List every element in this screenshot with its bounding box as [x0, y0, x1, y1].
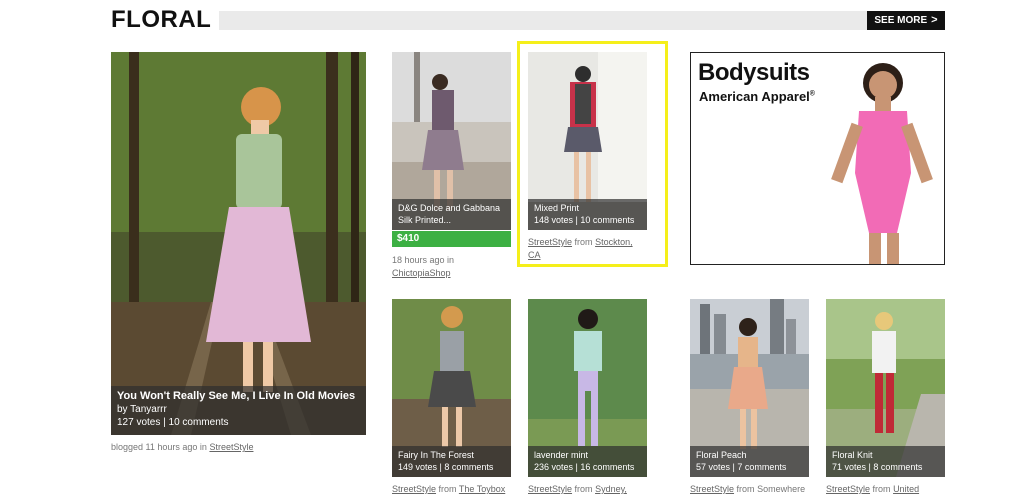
- look-caption-floral-knit: Floral Knit 71 votes | 8 comments: [826, 446, 945, 477]
- look-photo-mixed-print[interactable]: Mixed Print 148 votes | 10 comments: [528, 52, 647, 230]
- look-stats-fairy: 149 votes | 8 comments: [398, 462, 494, 472]
- product-meta-link-dg[interactable]: ChictopiaShop: [392, 268, 451, 278]
- look-photo-fairy[interactable]: Fairy In The Forest 149 votes | 8 commen…: [392, 299, 511, 477]
- look-meta-link-mixed-print[interactable]: StreetStyle: [528, 237, 572, 247]
- section-title: FLORAL: [111, 6, 212, 33]
- ad-banner[interactable]: Bodysuits American Apparel®: [690, 52, 945, 265]
- title-divider-bar: [219, 11, 867, 30]
- see-more-button[interactable]: SEE MORE >: [867, 11, 945, 30]
- look-meta-from-lavender: from: [574, 484, 593, 494]
- look-title-mixed-print[interactable]: Mixed Print: [534, 202, 641, 214]
- look-stats-floral-knit: 71 votes | 8 comments: [832, 462, 923, 472]
- look-meta-mixed-print: StreetStyle from Stockton, CA: [528, 236, 633, 262]
- look-meta-place2-mixed-print[interactable]: CA: [528, 250, 541, 260]
- look-photo-floral-knit[interactable]: Floral Knit 71 votes | 8 comments: [826, 299, 945, 477]
- look-title-floral-knit[interactable]: Floral Knit: [832, 449, 939, 461]
- look-meta-place-mixed-print[interactable]: Stockton,: [595, 237, 633, 247]
- look-stats-floral-peach: 57 votes | 7 comments: [696, 462, 787, 472]
- look-meta-link-lavender[interactable]: StreetStyle: [528, 484, 572, 494]
- look-title-floral-peach[interactable]: Floral Peach: [696, 449, 803, 461]
- feature-stats: 127 votes | 10 comments: [117, 417, 229, 428]
- feature-meta: blogged 11 hours ago in StreetStyle: [111, 441, 253, 454]
- look-photo-lavender[interactable]: lavender mint 236 votes | 16 comments: [528, 299, 647, 477]
- price-badge: $410: [392, 231, 511, 247]
- look-meta-link-floral-peach[interactable]: StreetStyle: [690, 484, 734, 494]
- look-meta-lavender: StreetStyle from Sydney,: [528, 483, 627, 496]
- ad-headline: Bodysuits: [698, 59, 810, 86]
- look-title-fairy[interactable]: Fairy In The Forest: [398, 449, 505, 461]
- look-meta-from-fairy: from: [438, 484, 457, 494]
- feature-title[interactable]: You Won't Really See Me, I Live In Old M…: [117, 390, 360, 403]
- look-meta-floral-peach: StreetStyle from Somewhere: [690, 483, 805, 496]
- product-meta-dg: 18 hours ago in ChictopiaShop: [392, 254, 454, 280]
- feature-meta-link[interactable]: StreetStyle: [209, 442, 253, 452]
- look-meta-link-floral-knit[interactable]: StreetStyle: [826, 484, 870, 494]
- feature-photo[interactable]: You Won't Really See Me, I Live In Old M…: [111, 52, 366, 435]
- look-meta-from-mixed-print: from: [574, 237, 593, 247]
- look-meta-link-fairy[interactable]: StreetStyle: [392, 484, 436, 494]
- chevron-right-icon: >: [931, 14, 938, 26]
- look-meta-place-floral-peach: Somewhere: [757, 484, 806, 494]
- feature-meta-text: blogged 11 hours ago in: [111, 442, 207, 452]
- look-caption-floral-peach: Floral Peach 57 votes | 7 comments: [690, 446, 809, 477]
- see-more-label: SEE MORE: [874, 15, 928, 26]
- look-caption-fairy: Fairy In The Forest 149 votes | 8 commen…: [392, 446, 511, 477]
- look-caption-lavender: lavender mint 236 votes | 16 comments: [528, 446, 647, 477]
- feature-caption: You Won't Really See Me, I Live In Old M…: [111, 386, 366, 435]
- look-meta-from-floral-peach: from: [736, 484, 755, 494]
- feature-author: by Tanyarrr: [117, 404, 167, 415]
- look-stats-mixed-print: 148 votes | 10 comments: [534, 215, 635, 225]
- look-meta-fairy: StreetStyle from The Toybox: [392, 483, 505, 496]
- look-title-lavender[interactable]: lavender mint: [534, 449, 641, 461]
- look-meta-floral-knit: StreetStyle from United: [826, 483, 919, 496]
- look-stats-lavender: 236 votes | 16 comments: [534, 462, 635, 472]
- product-meta-text-dg: 18 hours ago in: [392, 255, 455, 265]
- look-meta-from-floral-knit: from: [872, 484, 891, 494]
- look-meta-place-fairy[interactable]: The Toybox: [459, 484, 505, 494]
- product-photo-dg[interactable]: D&G Dolce and Gabbana Silk Printed...: [392, 52, 511, 230]
- ad-brand: American Apparel®: [699, 89, 815, 104]
- ad-model-image: [831, 63, 933, 264]
- look-photo-floral-peach[interactable]: Floral Peach 57 votes | 7 comments: [690, 299, 809, 477]
- product-title-dg[interactable]: D&G Dolce and Gabbana Silk Printed...: [398, 203, 500, 225]
- look-caption-mixed-print: Mixed Print 148 votes | 10 comments: [528, 199, 647, 230]
- look-meta-place-lavender[interactable]: Sydney,: [595, 484, 627, 494]
- look-meta-place-floral-knit[interactable]: United: [893, 484, 919, 494]
- product-caption-dg: D&G Dolce and Gabbana Silk Printed...: [392, 199, 511, 230]
